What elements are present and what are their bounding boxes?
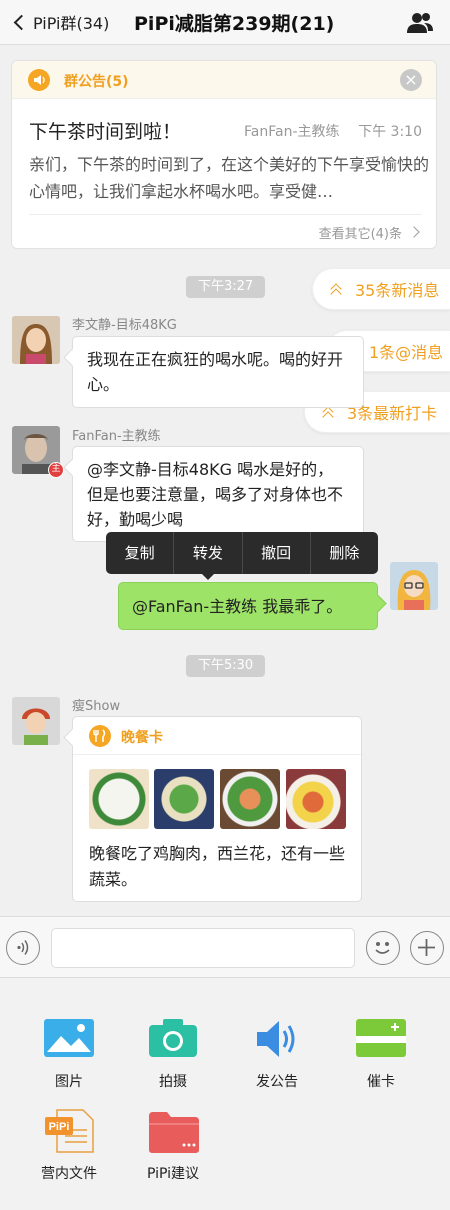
announcement-body: 亲们，下午茶的时间到了，在这个美好的下午享受愉快的心情吧，让我们拿起水杯喝水吧。… xyxy=(29,155,429,201)
my-avatar[interactable] xyxy=(390,562,438,610)
announcement-time: 下午 3:10 xyxy=(358,124,422,140)
back-button[interactable]: PiPi群(34) xyxy=(10,8,109,36)
extension-panel: 图片 拍摄 发公告 催卡 PiPi 营内文件 PiPi建议 xyxy=(0,978,450,1210)
message-input[interactable] xyxy=(51,928,355,968)
card-label: 晚餐卡 xyxy=(121,730,163,746)
voice-toggle-button[interactable] xyxy=(6,931,40,965)
page-title: PiPi减脂第239期(21) xyxy=(134,13,335,35)
ext-camera[interactable]: 拍摄 xyxy=(128,1016,218,1096)
document-icon: PiPi xyxy=(45,1109,94,1153)
folder-icon xyxy=(149,1112,199,1153)
message-text: @李文静-目标48KG 喝水是好的，但是也要注意量，喝多了对身体也不好，勤喝少喝 xyxy=(87,460,344,529)
menu-item-copy[interactable]: 复制 xyxy=(106,532,175,574)
sender-name: FanFan-主教练 xyxy=(72,429,161,444)
sender-name: 李文静-目标48KG xyxy=(72,318,177,333)
ext-pipi-feedback[interactable]: PiPi建议 xyxy=(128,1108,218,1188)
speaker-icon xyxy=(28,69,50,91)
time-divider: 下午5:30 xyxy=(186,655,266,677)
announcement-card[interactable]: 群公告(5) × 下午茶时间到啦！ FanFan-主教练 下午 3:10 亲们，… xyxy=(11,60,437,249)
context-menu: 复制 转发 撤回 删除 xyxy=(106,532,378,574)
ext-label: PiPi建议 xyxy=(146,1166,200,1182)
dining-icon xyxy=(89,725,111,747)
notice-label: 35条新消息 xyxy=(355,281,440,300)
more-button[interactable] xyxy=(410,931,444,965)
card-text: 晚餐吃了鸡胸肉，西兰花，还有一些蔬菜。 xyxy=(89,844,346,889)
card-icon xyxy=(356,1019,406,1057)
ext-label: 发公告 xyxy=(256,1074,298,1090)
back-label: PiPi群(34) xyxy=(33,14,110,33)
announcement-author: FanFan-主教练 xyxy=(244,124,340,140)
message-bubble[interactable]: @李文静-目标48KG 喝水是好的，但是也要注意量，喝多了对身体也不好，勤喝少喝 xyxy=(72,446,364,542)
ext-label: 图片 xyxy=(55,1074,83,1090)
megaphone-icon xyxy=(257,1021,295,1057)
image-icon xyxy=(44,1019,94,1057)
food-photo[interactable] xyxy=(220,769,280,829)
menu-item-recall[interactable]: 撤回 xyxy=(243,532,311,574)
camera-icon xyxy=(149,1019,197,1057)
announcement-label: 群公告(5) xyxy=(64,74,129,90)
my-message-bubble[interactable]: @FanFan-主教练 我最乖了。 xyxy=(118,582,378,630)
message-bubble[interactable]: 我现在正在疯狂的喝水呢。喝的好开心。 xyxy=(72,336,364,408)
ext-label: 催卡 xyxy=(367,1074,395,1090)
dinner-card[interactable]: 晚餐卡 晚餐吃了鸡胸肉，西兰花，还有一些蔬菜。 xyxy=(72,716,362,902)
header-bar: PiPi群(34) PiPi减脂第239期(21) xyxy=(0,0,450,45)
avatar[interactable] xyxy=(12,697,60,745)
food-photo[interactable] xyxy=(154,769,214,829)
ext-label: 拍摄 xyxy=(159,1074,187,1090)
message-text: @FanFan-主教练 我最乖了。 xyxy=(132,597,343,616)
view-more-link[interactable]: 查看其它(4)条 xyxy=(319,223,402,242)
ext-label: 营内文件 xyxy=(41,1166,97,1182)
ext-remind-card[interactable]: 催卡 xyxy=(336,1016,426,1096)
time-divider: 下午3:27 xyxy=(186,276,266,298)
coach-badge: 主 xyxy=(48,462,64,478)
context-menu-arrow xyxy=(200,572,216,580)
avatar[interactable] xyxy=(12,316,60,364)
chevron-left-icon xyxy=(13,14,30,30)
group-members-icon[interactable] xyxy=(406,12,434,34)
menu-item-delete[interactable]: 删除 xyxy=(311,532,378,574)
sender-name: 瘦Show xyxy=(72,699,121,714)
announcement-header: 群公告(5) × xyxy=(12,61,436,99)
ext-camp-files[interactable]: PiPi 营内文件 xyxy=(24,1108,114,1188)
announcement-title: 下午茶时间到啦！ xyxy=(29,121,182,143)
input-bar xyxy=(0,916,450,978)
card-header: 晚餐卡 xyxy=(73,717,361,755)
food-photo[interactable] xyxy=(89,769,149,829)
food-photo[interactable] xyxy=(286,769,346,829)
ext-announce[interactable]: 发公告 xyxy=(232,1016,322,1096)
ext-photos[interactable]: 图片 xyxy=(24,1016,114,1096)
message-text: 我现在正在疯狂的喝水呢。喝的好开心。 xyxy=(87,350,344,394)
close-icon[interactable]: × xyxy=(400,69,422,91)
double-chevron-up-icon xyxy=(331,283,341,295)
svg-text:PiPi: PiPi xyxy=(49,1121,70,1133)
divider xyxy=(29,214,422,215)
emoji-button[interactable] xyxy=(366,931,400,965)
new-messages-notice[interactable]: 35条新消息 xyxy=(312,268,450,310)
menu-item-forward[interactable]: 转发 xyxy=(174,532,243,574)
chevron-right-icon xyxy=(408,226,420,238)
notice-label: 1条@消息 xyxy=(369,343,444,362)
